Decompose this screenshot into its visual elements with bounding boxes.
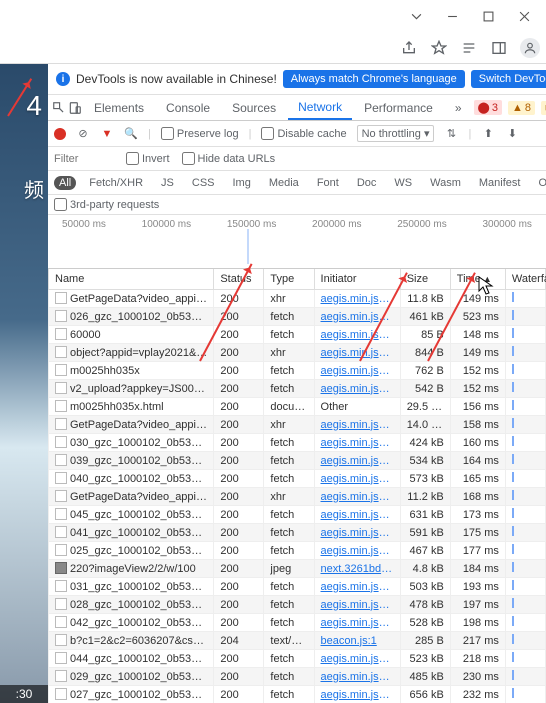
filter-input[interactable]: [54, 153, 114, 165]
request-row[interactable]: 044_gzc_1000102_0b53siaaeaaase...200fetc…: [49, 650, 546, 668]
request-row[interactable]: 025_gzc_1000102_0b53siaaeaaase...200fetc…: [49, 542, 546, 560]
tab-performance[interactable]: Performance: [354, 95, 443, 120]
network-requests-table: Name Status Type Initiator Size Time▲ Wa…: [48, 269, 546, 703]
profile-avatar[interactable]: [520, 38, 540, 58]
inspect-element-icon[interactable]: [52, 101, 66, 115]
request-row[interactable]: b?c1=2&c2=6036207&cs_it=b9&c...204text/p…: [49, 632, 546, 650]
request-row[interactable]: 039_gzc_1000102_0b53siaaeaaase...200fetc…: [49, 452, 546, 470]
tab-network[interactable]: Network: [288, 95, 352, 120]
clear-icon[interactable]: ⊘: [76, 127, 90, 140]
video-time: :30: [0, 685, 48, 703]
devtools-info-bar: i DevTools is now available in Chinese! …: [48, 64, 546, 95]
filter-type-wasm[interactable]: Wasm: [425, 176, 466, 190]
request-row[interactable]: 040_gzc_1000102_0b53siaaeaaase...200fetc…: [49, 470, 546, 488]
request-row[interactable]: GetPageData?video_appid=300001...200xhra…: [49, 290, 546, 308]
bookmark-star-icon[interactable]: [430, 39, 448, 57]
request-row[interactable]: m0025hh035x.html200documentOther29.5 kB1…: [49, 398, 546, 416]
tab-sources[interactable]: Sources: [222, 95, 286, 120]
filter-type-other[interactable]: Other: [533, 176, 546, 190]
filter-type-css[interactable]: CSS: [187, 176, 220, 190]
filter-type-doc[interactable]: Doc: [352, 176, 382, 190]
filter-type-fetchxhr[interactable]: Fetch/XHR: [84, 176, 148, 190]
request-row[interactable]: 027_gzc_1000102_0b53siaaeaaase...200fetc…: [49, 686, 546, 703]
tab-elements[interactable]: Elements: [84, 95, 154, 120]
col-name[interactable]: Name: [49, 269, 214, 290]
warnings-badge[interactable]: ▲ 8: [508, 101, 535, 115]
match-language-button[interactable]: Always match Chrome's language: [283, 70, 465, 88]
chevron-down-icon[interactable]: [400, 4, 432, 28]
switch-language-button[interactable]: Switch DevTools to Chinese: [471, 70, 546, 88]
request-row[interactable]: 042_gzc_1000102_0b53siaaeaaase...200fetc…: [49, 614, 546, 632]
col-type[interactable]: Type: [264, 269, 314, 290]
request-row[interactable]: GetPageData?video_appid=100000...200xhra…: [49, 488, 546, 506]
network-conditions-icon[interactable]: ⇅: [444, 127, 458, 140]
request-row[interactable]: 60000200fetchaegis.min.js?max ...85 B148…: [49, 326, 546, 344]
filter-type-ws[interactable]: WS: [389, 176, 417, 190]
request-row[interactable]: 045_gzc_1000102_0b53siaaeaaase...200fetc…: [49, 506, 546, 524]
filter-type-img[interactable]: Img: [228, 176, 256, 190]
search-icon[interactable]: 🔍: [124, 127, 138, 140]
request-row[interactable]: 220?imageView2/2/w/100200jpegnext.3261bd…: [49, 560, 546, 578]
errors-badge[interactable]: ⬤ 3: [474, 100, 502, 115]
disable-cache-checkbox[interactable]: Disable cache: [261, 127, 346, 140]
request-row[interactable]: 028_gzc_1000102_0b53siaaeaaase...200fetc…: [49, 596, 546, 614]
request-row[interactable]: object?appid=vplay2021&filter=pd...200xh…: [49, 344, 546, 362]
video-cn-text: 频: [24, 174, 44, 203]
info-icon: i: [56, 72, 70, 86]
minimize-button[interactable]: [436, 4, 468, 28]
video-thumbnail: 4 频 :30: [0, 64, 48, 703]
filter-type-js[interactable]: JS: [156, 176, 179, 190]
hide-data-urls-checkbox[interactable]: Hide data URLs: [182, 152, 276, 165]
request-row[interactable]: m0025hh035x200fetchaegis.min.js?max ...7…: [49, 362, 546, 380]
share-icon[interactable]: [400, 39, 418, 57]
col-waterfall[interactable]: Waterfall: [505, 269, 545, 290]
record-button[interactable]: [54, 128, 66, 140]
request-row[interactable]: GetPageData?video_appid=100000...200xhra…: [49, 416, 546, 434]
request-row[interactable]: 031_gzc_1000102_0b53siaaeaaase...200fetc…: [49, 578, 546, 596]
issues-badge[interactable]: ■ 3: [541, 101, 546, 115]
preserve-log-checkbox[interactable]: Preserve log: [161, 127, 239, 140]
filter-type-manifest[interactable]: Manifest: [474, 176, 526, 190]
maximize-button[interactable]: [472, 4, 504, 28]
filter-type-font[interactable]: Font: [312, 176, 344, 190]
col-status[interactable]: Status: [214, 269, 264, 290]
invert-checkbox[interactable]: Invert: [126, 152, 170, 165]
tab-console[interactable]: Console: [156, 95, 220, 120]
col-time[interactable]: Time▲: [450, 269, 505, 290]
reading-list-icon[interactable]: [460, 39, 478, 57]
filter-type-all[interactable]: All: [54, 176, 76, 190]
device-toggle-icon[interactable]: [68, 101, 82, 115]
third-party-checkbox[interactable]: 3rd-party requests: [54, 198, 540, 211]
import-har-icon[interactable]: ⬆: [481, 127, 495, 140]
video-badge: 4: [26, 90, 42, 122]
request-row[interactable]: 029_gzc_1000102_0b53siaaeaaase...200fetc…: [49, 668, 546, 686]
request-row[interactable]: 041_gzc_1000102_0b53siaaeaaase...200fetc…: [49, 524, 546, 542]
request-row[interactable]: 026_gzc_1000102_0b53siaaeaaasea...200fet…: [49, 308, 546, 326]
tab-more[interactable]: »: [445, 95, 472, 120]
request-row[interactable]: 030_gzc_1000102_0b53siaaeaaase...200fetc…: [49, 434, 546, 452]
network-overview[interactable]: 50000 ms100000 ms150000 ms200000 ms25000…: [48, 215, 546, 269]
side-panel-icon[interactable]: [490, 39, 508, 57]
filter-toggle-icon[interactable]: ▼: [100, 128, 114, 140]
col-size[interactable]: Size: [400, 269, 450, 290]
col-initiator[interactable]: Initiator: [314, 269, 400, 290]
close-button[interactable]: [508, 4, 540, 28]
info-message: DevTools is now available in Chinese!: [76, 72, 277, 86]
filter-type-media[interactable]: Media: [264, 176, 304, 190]
request-row[interactable]: v2_upload?appkey=JS0081LV3JV6J3200fetcha…: [49, 380, 546, 398]
export-har-icon[interactable]: ⬇: [505, 127, 519, 140]
throttling-select[interactable]: No throttling ▾: [357, 125, 435, 142]
